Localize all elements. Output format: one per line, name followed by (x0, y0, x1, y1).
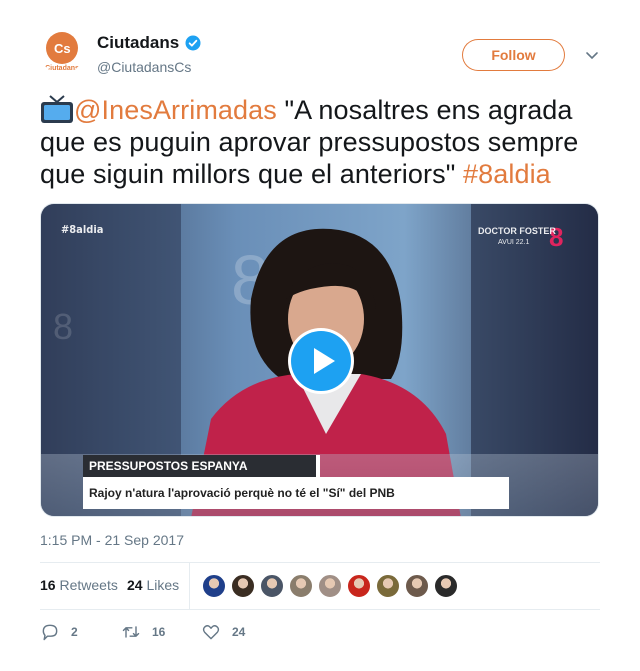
retweet-icon (122, 626, 140, 638)
like-action[interactable]: 24 (201, 622, 245, 642)
likes-label: Likes (146, 577, 180, 593)
show-title: DOCTOR FOSTER (478, 226, 556, 236)
play-icon (291, 331, 351, 391)
liker-avatar[interactable] (376, 574, 400, 598)
likes-count: 24 (127, 577, 143, 593)
liker-avatar[interactable] (405, 574, 429, 598)
like-count: 24 (232, 625, 246, 639)
user-names: Ciutadans @CiutadansCs (97, 33, 202, 75)
follow-button[interactable]: Follow (461, 38, 566, 72)
svg-text:8: 8 (53, 306, 73, 347)
retweets-stat[interactable]: 16 Retweets (40, 577, 118, 593)
liker-avatars (202, 574, 458, 598)
liker-avatar[interactable] (231, 574, 255, 598)
display-name-row[interactable]: Ciutadans (97, 33, 202, 53)
liker-avatar[interactable] (318, 574, 342, 598)
avatar-logo-text: Cs (54, 41, 71, 56)
reply-action[interactable]: 2 (40, 622, 78, 642)
show-time: AVUI 22.1 (498, 239, 530, 246)
video-show-overlay: DOCTOR FOSTER AVUI 22.1 (478, 226, 556, 248)
liker-avatar[interactable] (434, 574, 458, 598)
display-name[interactable]: Ciutadans (97, 33, 179, 53)
hashtag-link[interactable]: #8aldia (463, 159, 551, 189)
retweets-label: Retweets (59, 577, 118, 593)
liker-avatar[interactable] (347, 574, 371, 598)
heart-icon (202, 625, 220, 640)
reply-count: 2 (71, 625, 78, 639)
tweet-actions: 2 16 24 (40, 620, 600, 644)
video-headline: PRESSUPOSTOS ESPANYA (83, 455, 320, 477)
liker-avatar[interactable] (289, 574, 313, 598)
chevron-down-icon[interactable] (585, 48, 599, 62)
liker-avatar[interactable] (260, 574, 284, 598)
play-button[interactable] (288, 328, 354, 394)
tweet-timestamp[interactable]: 1:15 PM - 21 Sep 2017 (40, 532, 184, 548)
retweets-count: 16 (40, 577, 56, 593)
retweet-action[interactable]: 16 (121, 622, 165, 642)
tweet-header: Cs Ciutadans Ciutadans @CiutadansCs Foll… (40, 30, 602, 80)
verified-icon (185, 35, 201, 51)
divider (40, 609, 600, 610)
user-handle[interactable]: @CiutadansCs (97, 59, 202, 75)
stats-separator (189, 563, 190, 609)
retweet-count: 16 (152, 625, 166, 639)
mention-link[interactable]: @InesArrimadas (74, 95, 277, 125)
tweet-stats: 16 Retweets 24 Likes (40, 563, 600, 609)
video-hashtag-overlay: #8aldia (61, 223, 104, 236)
tweet-text: @InesArrimadas "A nosaltres ens agrada q… (40, 94, 600, 190)
avatar[interactable]: Cs Ciutadans (40, 30, 84, 74)
television-emoji-icon (41, 95, 73, 123)
avatar-caption: Ciutadans (45, 65, 79, 72)
reply-icon (42, 624, 58, 641)
likes-stat[interactable]: 24 Likes (127, 577, 179, 593)
liker-avatar[interactable] (202, 574, 226, 598)
video-caption: Rajoy n'atura l'aprovació perquè no té e… (83, 477, 509, 509)
video-player[interactable]: 8 8 8 #8aldia DOCTOR FOSTER AVUI 22.1 PR… (40, 203, 599, 517)
